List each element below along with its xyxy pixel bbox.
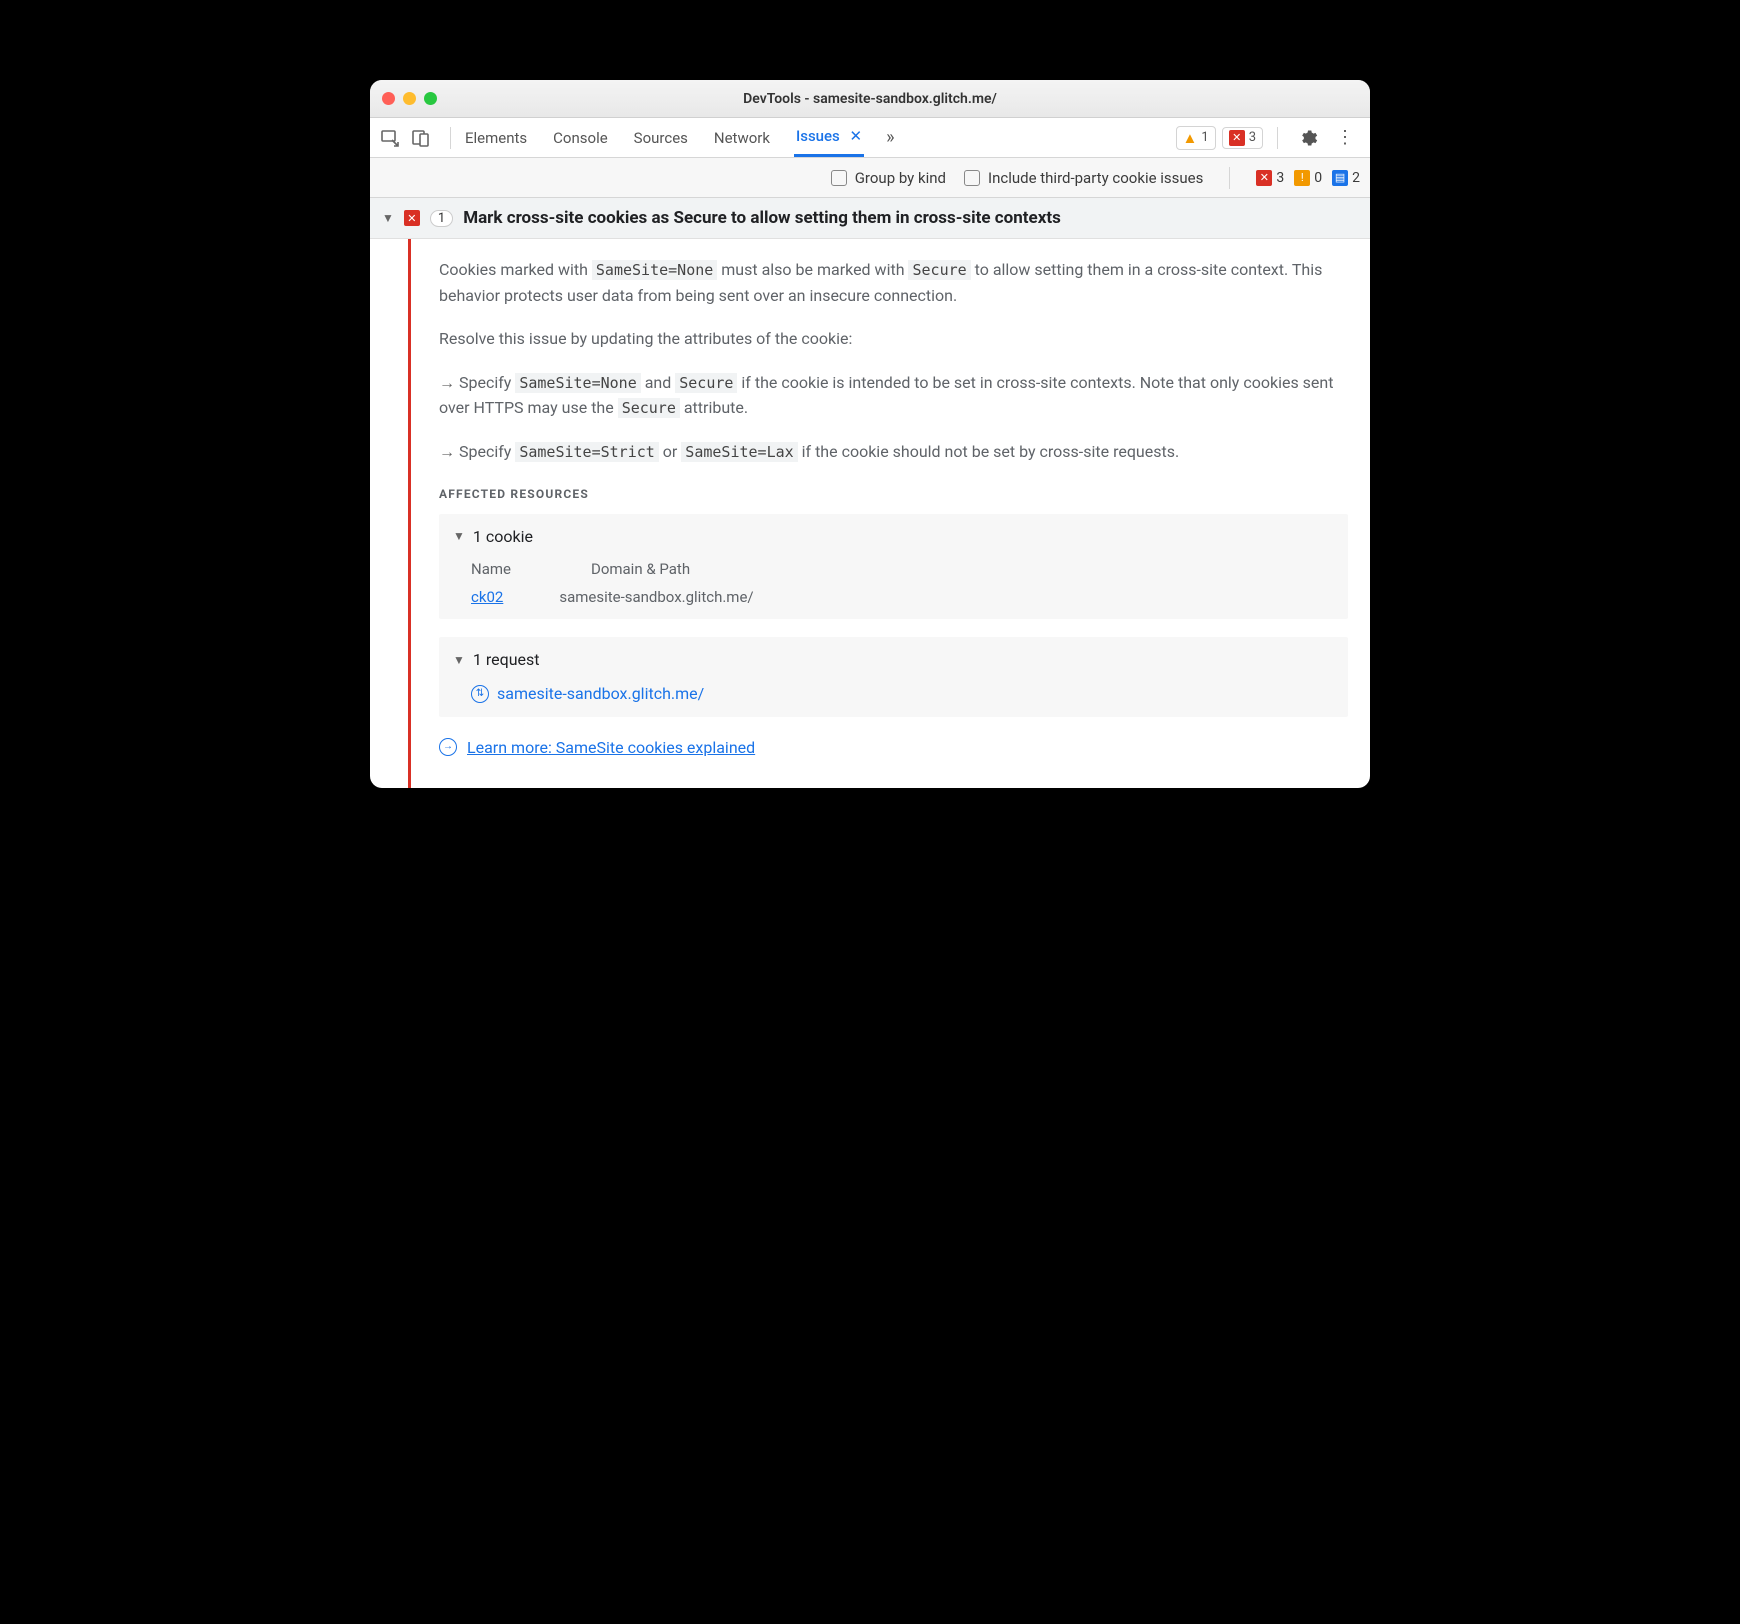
errors-pill[interactable]: ✕ 3	[1222, 127, 1263, 149]
affected-cookies-toggle[interactable]: ▼ 1 cookie	[453, 524, 1334, 550]
tab-issues-label: Issues	[796, 127, 840, 145]
group-by-kind-checkbox[interactable]: Group by kind	[831, 169, 946, 187]
learn-more-row: → Learn more: SameSite cookies explained	[439, 735, 1348, 761]
tab-network[interactable]: Network	[712, 120, 772, 156]
chevron-down-icon: ▼	[453, 527, 465, 546]
filter-info-count[interactable]: ▤2	[1332, 170, 1360, 186]
minimize-window-button[interactable]	[403, 92, 416, 105]
issue-description: Cookies marked with SameSite=None must a…	[439, 257, 1348, 308]
request-row: ⇅ samesite-sandbox.glitch.me/	[453, 681, 1334, 707]
settings-icon[interactable]	[1292, 128, 1324, 148]
include-third-party-checkbox[interactable]: Include third-party cookie issues	[964, 169, 1203, 187]
devtools-window: DevTools - samesite-sandbox.glitch.me/ E…	[370, 80, 1370, 788]
affected-requests-toggle[interactable]: ▼ 1 request	[453, 647, 1334, 673]
issue-body: Cookies marked with SameSite=None must a…	[370, 239, 1370, 788]
errors-count: 3	[1249, 130, 1256, 145]
device-toolbar-icon[interactable]	[412, 128, 430, 148]
tab-sources[interactable]: Sources	[632, 120, 690, 156]
issue-bullet-2: →Specify SameSite=Strict or SameSite=Lax…	[439, 439, 1348, 465]
more-tabs-icon[interactable]: »	[886, 127, 894, 148]
filter-error-count[interactable]: ✕3	[1256, 170, 1284, 186]
inspect-icon[interactable]	[380, 128, 400, 148]
info-icon: ▤	[1332, 170, 1348, 186]
issue-resolution-intro: Resolve this issue by updating the attri…	[439, 326, 1348, 352]
issue-title: Mark cross-site cookies as Secure to all…	[463, 208, 1061, 228]
col-name: Name	[471, 557, 511, 581]
error-icon: ✕	[1229, 130, 1245, 146]
include-third-party-label: Include third-party cookie issues	[988, 169, 1203, 187]
issue-row[interactable]: ▼ ✕ 1 Mark cross-site cookies as Secure …	[370, 198, 1370, 239]
arrow-right-circle-icon: →	[439, 738, 457, 756]
main-toolbar: Elements Console Sources Network Issues …	[370, 118, 1370, 158]
maximize-window-button[interactable]	[424, 92, 437, 105]
affected-resources-label: AFFECTED RESOURCES	[439, 485, 1348, 504]
tab-console[interactable]: Console	[551, 120, 610, 156]
more-options-icon[interactable]: ⋮	[1330, 127, 1360, 148]
expand-caret-icon[interactable]: ▼	[382, 211, 394, 225]
warnings-pill[interactable]: ▲ 1	[1176, 126, 1216, 150]
filter-warning-count[interactable]: !0	[1294, 170, 1322, 186]
error-icon: ✕	[404, 210, 420, 226]
col-domain-path: Domain & Path	[591, 557, 690, 581]
tab-issues[interactable]: Issues ✕	[794, 118, 864, 157]
window-title: DevTools - samesite-sandbox.glitch.me/	[370, 91, 1370, 107]
cookie-row: ck02 samesite-sandbox.glitch.me/	[453, 585, 1334, 609]
warnings-count: 1	[1201, 130, 1208, 145]
issue-count-chip: 1	[430, 210, 453, 227]
tab-elements[interactable]: Elements	[463, 120, 529, 156]
close-icon[interactable]: ✕	[850, 127, 863, 145]
window-titlebar: DevTools - samesite-sandbox.glitch.me/	[370, 80, 1370, 118]
error-icon: ✕	[1256, 170, 1272, 186]
cookie-domain-path: samesite-sandbox.glitch.me/	[559, 585, 753, 609]
warning-icon: ▲	[1183, 129, 1198, 147]
panel-tabs: Elements Console Sources Network Issues …	[463, 118, 1172, 157]
group-by-kind-label: Group by kind	[855, 169, 946, 187]
cookie-link[interactable]: ck02	[471, 585, 503, 609]
close-window-button[interactable]	[382, 92, 395, 105]
affected-cookies-panel: ▼ 1 cookie Name Domain & Path ck02 sames…	[439, 514, 1348, 620]
request-link[interactable]: samesite-sandbox.glitch.me/	[497, 681, 704, 707]
issues-filter-bar: Group by kind Include third-party cookie…	[370, 158, 1370, 198]
traffic-lights	[382, 92, 437, 105]
affected-requests-panel: ▼ 1 request ⇅ samesite-sandbox.glitch.me…	[439, 637, 1348, 716]
issue-bullet-1: →Specify SameSite=None and Secure if the…	[439, 370, 1348, 421]
network-request-icon: ⇅	[471, 685, 489, 703]
warning-icon: !	[1294, 170, 1310, 186]
learn-more-link[interactable]: Learn more: SameSite cookies explained	[467, 735, 755, 761]
chevron-down-icon: ▼	[453, 651, 465, 670]
